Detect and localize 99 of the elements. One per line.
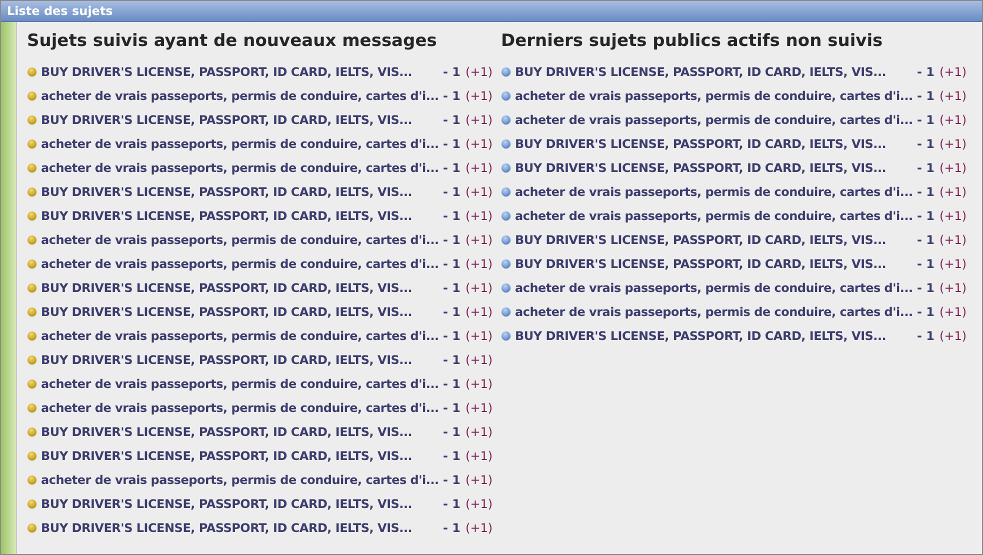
new-count: (+1)	[466, 521, 493, 535]
new-count: (+1)	[940, 137, 967, 151]
new-count: (+1)	[940, 65, 967, 79]
new-count: (+1)	[940, 305, 967, 319]
topic-link[interactable]: BUY DRIVER'S LICENSE, PASSPORT, ID CARD, IELTS, VIS...	[41, 521, 439, 535]
new-count: (+1)	[940, 161, 967, 175]
topic-link[interactable]: acheter de vrais passeports, permis de conduire, cartes d'i...	[515, 209, 913, 223]
new-count: (+1)	[466, 233, 493, 247]
new-count: (+1)	[466, 65, 493, 79]
topic-link[interactable]: acheter de vrais passeports, permis de conduire, cartes d'i...	[515, 185, 913, 199]
new-count: (+1)	[466, 377, 493, 391]
reply-count: - 1	[443, 449, 461, 463]
reply-count: - 1	[917, 113, 935, 127]
reply-count: - 1	[917, 65, 935, 79]
topic-link[interactable]: BUY DRIVER'S LICENSE, PASSPORT, ID CARD, IELTS, VIS...	[41, 281, 439, 295]
topic-link[interactable]: BUY DRIVER'S LICENSE, PASSPORT, ID CARD, IELTS, VIS...	[41, 425, 439, 439]
topic-link[interactable]: BUY DRIVER'S LICENSE, PASSPORT, ID CARD, IELTS, VIS...	[41, 449, 439, 463]
reply-count: - 1	[443, 185, 461, 199]
new-count: (+1)	[940, 329, 967, 343]
topic-link[interactable]: BUY DRIVER'S LICENSE, PASSPORT, ID CARD, IELTS, VIS...	[41, 209, 439, 223]
topic-link[interactable]: acheter de vrais passeports, permis de conduire, cartes d'i...	[41, 257, 439, 271]
reply-count: - 1	[443, 113, 461, 127]
section-heading: Derniers sujets publics actifs non suivis	[501, 30, 884, 52]
reply-count: - 1	[917, 161, 935, 175]
new-count: (+1)	[466, 353, 493, 367]
topic-link[interactable]: acheter de vrais passeports, permis de conduire, cartes d'i...	[41, 89, 439, 103]
reply-count: - 1	[443, 473, 461, 487]
topic-link[interactable]: acheter de vrais passeports, permis de conduire, cartes d'i...	[41, 401, 439, 415]
reply-count: - 1	[917, 257, 935, 271]
new-count: (+1)	[466, 329, 493, 343]
topic-link[interactable]: acheter de vrais passeports, permis de conduire, cartes d'i...	[41, 329, 439, 343]
topic-link[interactable]: acheter de vrais passeports, permis de conduire, cartes d'i...	[41, 233, 439, 247]
reply-count: - 1	[917, 137, 935, 151]
topic-link[interactable]: BUY DRIVER'S LICENSE, PASSPORT, ID CARD, IELTS, VIS...	[515, 233, 913, 247]
reply-count: - 1	[443, 161, 461, 175]
topic-link[interactable]: BUY DRIVER'S LICENSE, PASSPORT, ID CARD, IELTS, VIS...	[41, 113, 439, 127]
new-count: (+1)	[466, 473, 493, 487]
topic-link[interactable]: BUY DRIVER'S LICENSE, PASSPORT, ID CARD, IELTS, VIS...	[515, 329, 913, 343]
reply-count: - 1	[443, 425, 461, 439]
reply-count: - 1	[917, 89, 935, 103]
new-count: (+1)	[466, 449, 493, 463]
reply-count: - 1	[443, 233, 461, 247]
new-count: (+1)	[940, 113, 967, 127]
new-count: (+1)	[940, 257, 967, 271]
reply-count: - 1	[443, 137, 461, 151]
topic-link[interactable]: BUY DRIVER'S LICENSE, PASSPORT, ID CARD, IELTS, VIS...	[515, 65, 913, 79]
new-count: (+1)	[466, 113, 493, 127]
new-count: (+1)	[940, 185, 967, 199]
reply-count: - 1	[443, 257, 461, 271]
reply-count: - 1	[917, 185, 935, 199]
reply-count: - 1	[443, 65, 461, 79]
reply-count: - 1	[917, 209, 935, 223]
topic-link[interactable]: BUY DRIVER'S LICENSE, PASSPORT, ID CARD, IELTS, VIS...	[41, 497, 439, 511]
topic-link[interactable]: BUY DRIVER'S LICENSE, PASSPORT, ID CARD, IELTS, VIS...	[515, 137, 913, 151]
new-count: (+1)	[466, 497, 493, 511]
topic-link[interactable]: acheter de vrais passeports, permis de conduire, cartes d'i...	[515, 89, 913, 103]
reply-count: - 1	[917, 281, 935, 295]
new-count: (+1)	[466, 209, 493, 223]
new-count: (+1)	[940, 89, 967, 103]
window-title: Liste des sujets	[7, 4, 113, 18]
reply-count: - 1	[443, 497, 461, 511]
topic-link[interactable]: BUY DRIVER'S LICENSE, PASSPORT, ID CARD, IELTS, VIS...	[41, 185, 439, 199]
reply-count: - 1	[443, 329, 461, 343]
new-count: (+1)	[466, 137, 493, 151]
reply-count: - 1	[443, 401, 461, 415]
topic-link[interactable]: acheter de vrais passeports, permis de conduire, cartes d'i...	[41, 137, 439, 151]
topic-link[interactable]: acheter de vrais passeports, permis de conduire, cartes d'i...	[515, 281, 913, 295]
new-count: (+1)	[940, 281, 967, 295]
new-count: (+1)	[466, 89, 493, 103]
topic-link[interactable]: acheter de vrais passeports, permis de conduire, cartes d'i...	[41, 473, 439, 487]
reply-count: - 1	[443, 281, 461, 295]
new-count: (+1)	[466, 425, 493, 439]
reply-count: - 1	[443, 521, 461, 535]
topic-link[interactable]: acheter de vrais passeports, permis de conduire, cartes d'i...	[41, 377, 439, 391]
reply-count: - 1	[443, 305, 461, 319]
new-count: (+1)	[466, 161, 493, 175]
reply-count: - 1	[917, 233, 935, 247]
reply-count: - 1	[443, 353, 461, 367]
new-count: (+1)	[466, 257, 493, 271]
section-heading: Sujets suivis ayant de nouveaux messages	[27, 30, 438, 52]
topic-link[interactable]: BUY DRIVER'S LICENSE, PASSPORT, ID CARD, IELTS, VIS...	[41, 65, 439, 79]
new-count: (+1)	[466, 401, 493, 415]
topic-link[interactable]: acheter de vrais passeports, permis de conduire, cartes d'i...	[515, 113, 913, 127]
topic-link[interactable]: BUY DRIVER'S LICENSE, PASSPORT, ID CARD, IELTS, VIS...	[41, 353, 439, 367]
reply-count: - 1	[443, 89, 461, 103]
topic-link[interactable]: acheter de vrais passeports, permis de conduire, cartes d'i...	[515, 305, 913, 319]
topic-link[interactable]: BUY DRIVER'S LICENSE, PASSPORT, ID CARD, IELTS, VIS...	[41, 305, 439, 319]
new-count: (+1)	[466, 305, 493, 319]
topic-link[interactable]: BUY DRIVER'S LICENSE, PASSPORT, ID CARD, IELTS, VIS...	[515, 257, 913, 271]
new-count: (+1)	[940, 209, 967, 223]
new-count: (+1)	[466, 185, 493, 199]
reply-count: - 1	[917, 329, 935, 343]
topic-link[interactable]: acheter de vrais passeports, permis de conduire, cartes d'i...	[41, 161, 439, 175]
topic-link[interactable]: BUY DRIVER'S LICENSE, PASSPORT, ID CARD, IELTS, VIS...	[515, 161, 913, 175]
reply-count: - 1	[443, 209, 461, 223]
new-count: (+1)	[466, 281, 493, 295]
reply-count: - 1	[917, 305, 935, 319]
new-count: (+1)	[940, 233, 967, 247]
reply-count: - 1	[443, 377, 461, 391]
